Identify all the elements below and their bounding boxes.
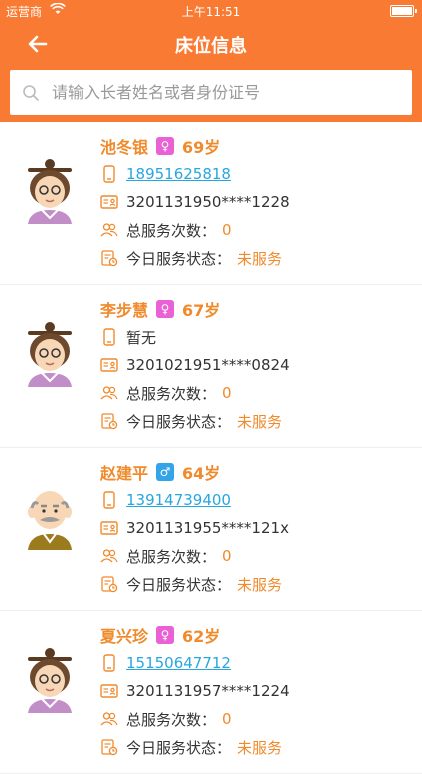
service-status-label: 今日服务状态： bbox=[126, 575, 232, 594]
phone-icon bbox=[100, 328, 118, 346]
service-count-value: 0 bbox=[222, 710, 232, 728]
id-card-icon bbox=[100, 356, 118, 374]
resident-age: 64岁 bbox=[182, 464, 221, 483]
phone-icon bbox=[100, 165, 118, 183]
resident-age: 67岁 bbox=[182, 301, 221, 320]
service-status-value: 未服务 bbox=[237, 575, 283, 594]
service-count-value: 0 bbox=[222, 221, 232, 239]
service-count-value: 0 bbox=[222, 547, 232, 565]
people-icon bbox=[100, 384, 118, 402]
page-title: 床位信息 bbox=[175, 36, 247, 57]
clipboard-clock-icon bbox=[100, 738, 118, 756]
status-bar: 运营商 上午11:51 bbox=[0, 0, 422, 22]
status-time: 上午11:51 bbox=[181, 5, 241, 19]
phone-icon bbox=[100, 654, 118, 672]
clipboard-clock-icon bbox=[100, 575, 118, 593]
search-icon bbox=[22, 84, 40, 102]
header: 运营商 上午11:51 床位信息 bbox=[0, 0, 422, 122]
id-number: 3201131950****1228 bbox=[126, 193, 290, 211]
service-status-label: 今日服务状态： bbox=[126, 738, 232, 757]
people-icon bbox=[100, 710, 118, 728]
resident-age: 69岁 bbox=[182, 138, 221, 157]
service-count-label: 总服务次数： bbox=[126, 710, 217, 729]
elder-female-avatar bbox=[20, 154, 80, 224]
search-input[interactable] bbox=[50, 82, 412, 103]
clipboard-clock-icon bbox=[100, 412, 118, 430]
people-icon bbox=[100, 221, 118, 239]
phone-link[interactable]: 13914739400 bbox=[126, 491, 231, 509]
service-status-label: 今日服务状态： bbox=[126, 249, 232, 268]
phone-icon bbox=[100, 491, 118, 509]
battery-icon bbox=[390, 5, 417, 17]
resident-name: 赵建平 bbox=[100, 464, 149, 483]
service-count-value: 0 bbox=[222, 384, 232, 402]
people-icon bbox=[100, 547, 118, 565]
male-icon: ♂ bbox=[156, 463, 175, 481]
service-status-value: 未服务 bbox=[237, 738, 283, 757]
resident-list: 池冬银 ♀ 69岁 18951625818 3201131950****1228… bbox=[0, 122, 422, 774]
id-card-icon bbox=[100, 682, 118, 700]
search-bar[interactable] bbox=[10, 70, 412, 115]
phone-text: 暂无 bbox=[126, 328, 157, 347]
resident-card[interactable]: 赵建平 ♂ 64岁 13914739400 3201131955****121x… bbox=[0, 448, 422, 611]
phone-link[interactable]: 18951625818 bbox=[126, 165, 231, 183]
clipboard-clock-icon bbox=[100, 249, 118, 267]
phone-link[interactable]: 15150647712 bbox=[126, 654, 231, 672]
service-status-label: 今日服务状态： bbox=[126, 412, 232, 431]
resident-age: 62岁 bbox=[182, 627, 221, 646]
id-number: 3201131957****1224 bbox=[126, 682, 290, 700]
service-count-label: 总服务次数： bbox=[126, 221, 217, 240]
resident-card[interactable]: 李步慧 ♀ 67岁 暂无 3201021951****0824 总服务次数： 0… bbox=[0, 285, 422, 448]
female-icon: ♀ bbox=[156, 626, 175, 644]
female-icon: ♀ bbox=[156, 137, 175, 155]
service-count-label: 总服务次数： bbox=[126, 384, 217, 403]
nav-bar: 床位信息 bbox=[0, 22, 422, 68]
id-number: 3201131955****121x bbox=[126, 519, 289, 537]
id-card-icon bbox=[100, 519, 118, 537]
elder-male-avatar bbox=[20, 480, 80, 550]
elder-female-avatar bbox=[20, 317, 80, 387]
resident-name: 李步慧 bbox=[100, 301, 149, 320]
female-icon: ♀ bbox=[156, 300, 175, 318]
service-status-value: 未服务 bbox=[237, 249, 283, 268]
service-status-value: 未服务 bbox=[237, 412, 283, 431]
id-number: 3201021951****0824 bbox=[126, 356, 290, 374]
resident-name: 池冬银 bbox=[100, 138, 149, 157]
service-count-label: 总服务次数： bbox=[126, 547, 217, 566]
elder-female-avatar bbox=[20, 643, 80, 713]
resident-card[interactable]: 池冬银 ♀ 69岁 18951625818 3201131950****1228… bbox=[0, 122, 422, 285]
resident-name: 夏兴珍 bbox=[100, 627, 149, 646]
id-card-icon bbox=[100, 193, 118, 211]
